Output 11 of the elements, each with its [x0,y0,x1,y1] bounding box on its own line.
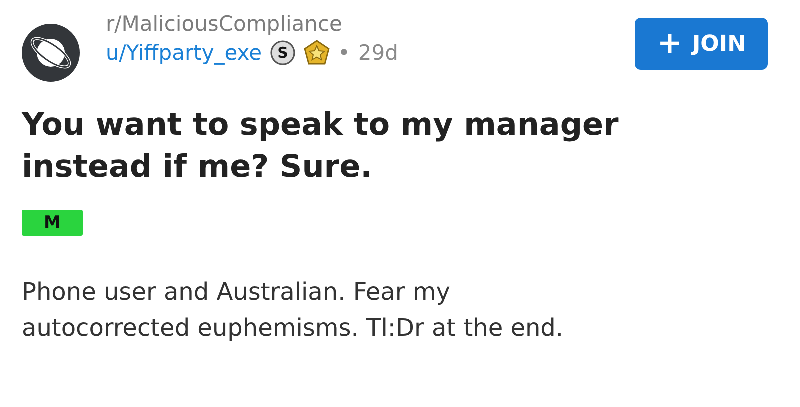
separator: • [338,41,350,65]
subreddit-link[interactable]: r/MaliciousCompliance [106,12,636,36]
flair-tag: M [22,210,83,236]
post-body: Phone user and Australian. Fear my autocorrected euphemisms. Tl:Dr at the end. [22,277,565,344]
planet-avatar-icon [22,24,80,82]
username-link[interactable]: u/Yiffparty_exe [106,41,262,65]
post-title: You want to speak to my manager instead if me? Sure. [22,106,620,187]
post-age: 29d [358,41,398,65]
join-button[interactable]: + JOIN [635,18,768,70]
star-award-icon [304,40,330,66]
coin-award-icon: S [270,40,296,66]
